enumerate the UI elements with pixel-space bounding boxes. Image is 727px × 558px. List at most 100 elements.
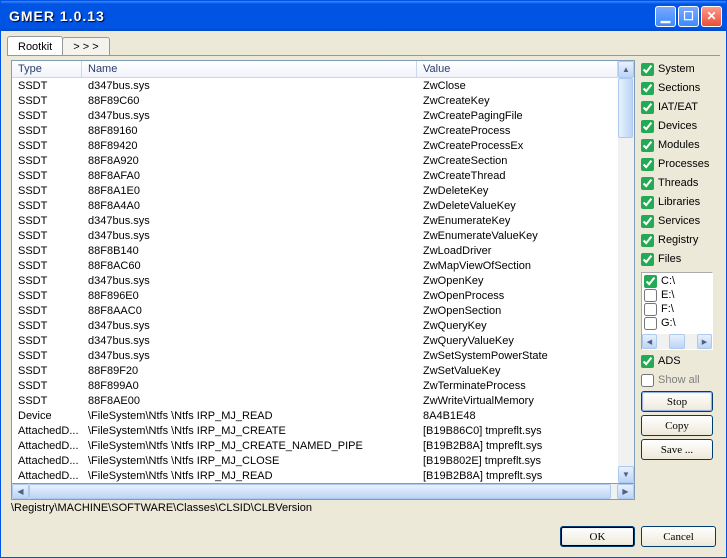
drive-thumb[interactable] [669, 334, 685, 349]
table-row[interactable]: SSDT88F8AFA0ZwCreateThread [12, 168, 618, 183]
scroll-left-icon[interactable]: ◀ [642, 334, 657, 349]
drive-e-box[interactable] [644, 289, 657, 302]
tab-more[interactable]: > > > [62, 37, 109, 55]
check-threads-box[interactable] [641, 177, 654, 190]
table-row[interactable]: SSDT88F8A920ZwCreateSection [12, 153, 618, 168]
maximize-button[interactable]: ☐ [678, 6, 699, 27]
drive-e[interactable]: E:\ [644, 288, 710, 302]
cell-value: ZwOpenKey [417, 273, 618, 288]
table-row[interactable]: SSDT88F89C60ZwCreateKey [12, 93, 618, 108]
cell-value: ZwCreateProcess [417, 123, 618, 138]
vertical-scrollbar[interactable]: ▲ ▼ [618, 60, 635, 484]
ok-button[interactable]: OK [560, 526, 635, 547]
check-registry-box[interactable] [641, 234, 654, 247]
table-row[interactable]: SSDTd347bus.sysZwOpenKey [12, 273, 618, 288]
table-row[interactable]: Device\FileSystem\Ntfs \Ntfs IRP_MJ_READ… [12, 408, 618, 423]
column-header[interactable]: Type Name Value [12, 61, 618, 78]
check-processes-box[interactable] [641, 158, 654, 171]
save-button[interactable]: Save ... [641, 439, 713, 460]
check-system-box[interactable] [641, 63, 654, 76]
check-processes[interactable]: Processes [641, 156, 716, 172]
table-row[interactable]: SSDT88F8AC60ZwMapViewOfSection [12, 258, 618, 273]
table-row[interactable]: SSDT88F8B140ZwLoadDriver [12, 243, 618, 258]
table-row[interactable]: SSDT88F8AAC0ZwOpenSection [12, 303, 618, 318]
drive-hscroll[interactable]: ◀▶ [642, 334, 712, 349]
column-type[interactable]: Type [12, 61, 82, 77]
table-row[interactable]: SSDTd347bus.sysZwCreatePagingFile [12, 108, 618, 123]
check-iateat[interactable]: IAT/EAT [641, 99, 716, 115]
drive-c-box[interactable] [644, 275, 657, 288]
table-row[interactable]: SSDTd347bus.sysZwEnumerateValueKey [12, 228, 618, 243]
drive-list[interactable]: C:\E:\F:\G:\◀▶ [641, 272, 713, 350]
check-registry[interactable]: Registry [641, 232, 716, 248]
table-row[interactable]: SSDTd347bus.sysZwQueryKey [12, 318, 618, 333]
scroll-right-icon[interactable]: ▶ [697, 334, 712, 349]
horizontal-scrollbar[interactable]: ◀ ▶ [11, 484, 635, 500]
table-row[interactable]: AttachedD...\FileSystem\Ntfs \Ntfs IRP_M… [12, 453, 618, 468]
check-services-box[interactable] [641, 215, 654, 228]
table-row[interactable]: AttachedD...\FileSystem\Ntfs \Ntfs IRP_M… [12, 468, 618, 483]
scroll-left-icon[interactable]: ◀ [12, 484, 29, 499]
titlebar[interactable]: GMER 1.0.13 ▁ ☐ ✕ [1, 1, 726, 31]
drive-g[interactable]: G:\ [644, 316, 710, 330]
table-row[interactable]: SSDTd347bus.sysZwClose [12, 78, 618, 93]
column-value[interactable]: Value [417, 61, 618, 77]
cell-value: ZwSetSystemPowerState [417, 348, 618, 363]
check-files-box[interactable] [641, 253, 654, 266]
table-row[interactable]: SSDT88F896E0ZwOpenProcess [12, 288, 618, 303]
check-services[interactable]: Services [641, 213, 716, 229]
stop-button[interactable]: Stop [641, 391, 713, 412]
cell-value: ZwCreateProcessEx [417, 138, 618, 153]
check-libraries[interactable]: Libraries [641, 194, 716, 210]
results-list[interactable]: Type Name Value SSDTd347bus.sysZwCloseSS… [11, 60, 618, 484]
check-sections-box[interactable] [641, 82, 654, 95]
table-row[interactable]: SSDTd347bus.sysZwEnumerateKey [12, 213, 618, 228]
check-iateat-box[interactable] [641, 101, 654, 114]
check-threads-label: Threads [658, 177, 698, 189]
check-showall[interactable]: Show all [641, 372, 716, 388]
check-ads[interactable]: ADS [641, 353, 716, 369]
check-devices-box[interactable] [641, 120, 654, 133]
check-libraries-box[interactable] [641, 196, 654, 209]
cell-value: [B19B2B8A] tmpreflt.sys [417, 438, 618, 453]
table-row[interactable]: SSDT88F89F20ZwSetValueKey [12, 363, 618, 378]
check-files[interactable]: Files [641, 251, 716, 267]
table-row[interactable]: SSDT88F8A4A0ZwDeleteValueKey [12, 198, 618, 213]
copy-button[interactable]: Copy [641, 415, 713, 436]
minimize-button[interactable]: ▁ [655, 6, 676, 27]
check-sections[interactable]: Sections [641, 80, 716, 96]
hscroll-thumb[interactable] [29, 484, 611, 499]
check-system[interactable]: System [641, 61, 716, 77]
check-ads-box[interactable] [641, 355, 654, 368]
check-showall-box[interactable] [641, 374, 654, 387]
table-row[interactable]: SSDT88F89160ZwCreateProcess [12, 123, 618, 138]
table-row[interactable]: SSDT88F89420ZwCreateProcessEx [12, 138, 618, 153]
drive-c[interactable]: C:\ [644, 274, 710, 288]
scroll-right-icon[interactable]: ▶ [617, 484, 634, 499]
cancel-button[interactable]: Cancel [641, 526, 716, 547]
drive-g-box[interactable] [644, 317, 657, 330]
cell-name: \FileSystem\Ntfs \Ntfs IRP_MJ_READ [82, 468, 417, 483]
table-row[interactable]: AttachedD...\FileSystem\Ntfs \Ntfs IRP_M… [12, 423, 618, 438]
scroll-down-icon[interactable]: ▼ [618, 466, 634, 483]
table-row[interactable]: SSDTd347bus.sysZwQueryValueKey [12, 333, 618, 348]
cell-type: SSDT [12, 303, 82, 318]
table-row[interactable]: SSDT88F8AE00ZwWriteVirtualMemory [12, 393, 618, 408]
drive-f[interactable]: F:\ [644, 302, 710, 316]
check-devices[interactable]: Devices [641, 118, 716, 134]
table-row[interactable]: SSDTd347bus.sysZwSetSystemPowerState [12, 348, 618, 363]
cell-value: ZwTerminateProcess [417, 378, 618, 393]
vscroll-thumb[interactable] [618, 78, 633, 138]
check-modules-box[interactable] [641, 139, 654, 152]
check-threads[interactable]: Threads [641, 175, 716, 191]
check-modules[interactable]: Modules [641, 137, 716, 153]
scroll-up-icon[interactable]: ▲ [618, 61, 634, 78]
table-row[interactable]: SSDT88F899A0ZwTerminateProcess [12, 378, 618, 393]
cell-value: ZwSetValueKey [417, 363, 618, 378]
tab-rootkit[interactable]: Rootkit [7, 36, 63, 55]
column-name[interactable]: Name [82, 61, 417, 77]
close-button[interactable]: ✕ [701, 6, 722, 27]
table-row[interactable]: SSDT88F8A1E0ZwDeleteKey [12, 183, 618, 198]
drive-f-box[interactable] [644, 303, 657, 316]
table-row[interactable]: AttachedD...\FileSystem\Ntfs \Ntfs IRP_M… [12, 438, 618, 453]
